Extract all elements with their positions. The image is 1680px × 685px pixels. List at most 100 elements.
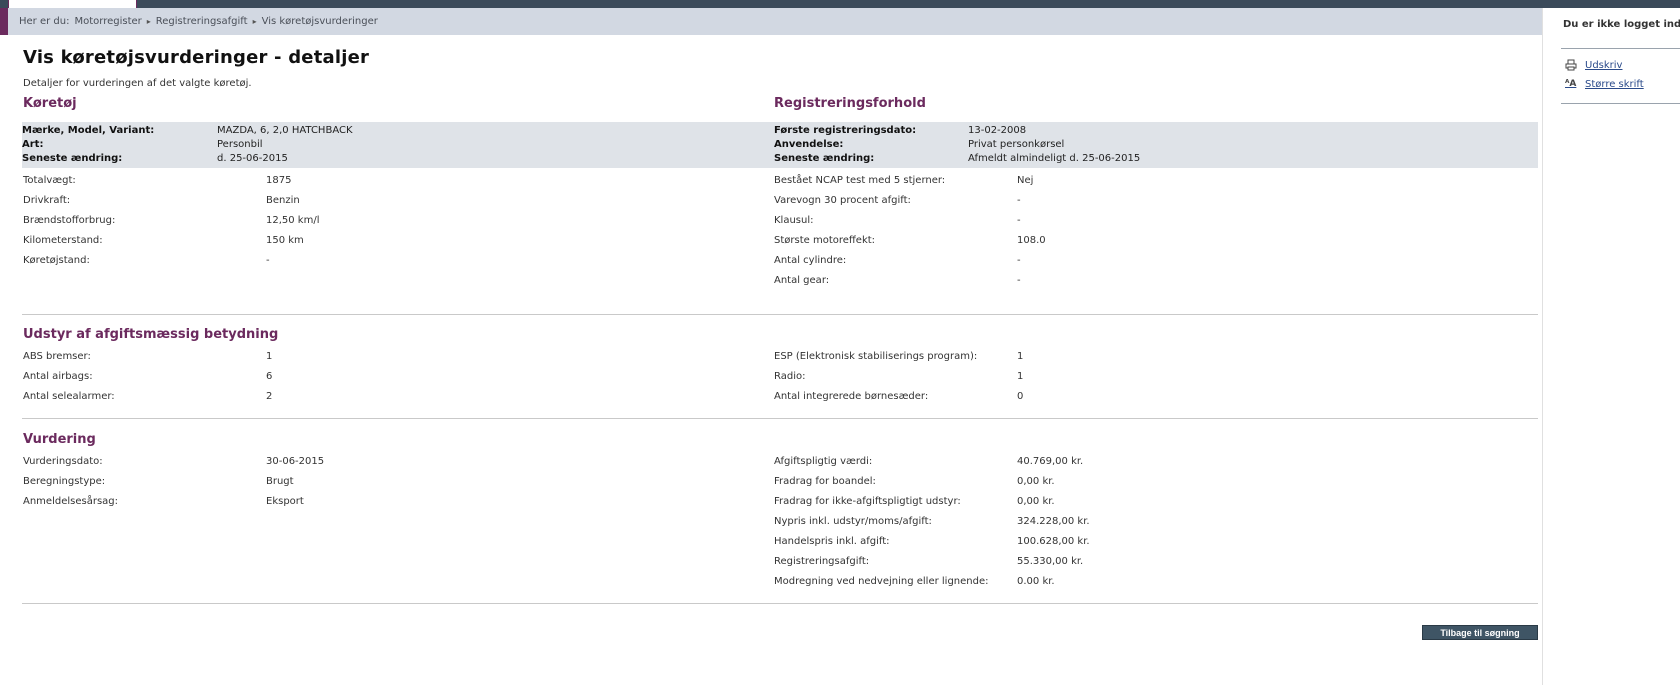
registration-changed-row: Seneste ændring: Afmeldt almindeligt d. … — [774, 153, 1514, 167]
detail-label: Køretøjstand: — [23, 255, 90, 266]
valuation-label: Modregning ved nedvejning eller lignende… — [774, 576, 989, 587]
page-intro: Detaljer for vurderingen af det valgte k… — [23, 78, 252, 89]
registration-usage-label: Anvendelse: — [774, 139, 844, 150]
vehicle-type-label: Art: — [22, 139, 44, 150]
font-size-icon: ᴬA — [1565, 79, 1577, 89]
print-icon — [1565, 59, 1579, 71]
detail-label: Totalvægt: — [23, 175, 76, 186]
equipment-value: 0 — [1017, 391, 1024, 402]
sidebar-divider — [1561, 103, 1680, 104]
print-link[interactable]: Udskriv — [1565, 59, 1622, 71]
detail-value: - — [1017, 195, 1021, 206]
vehicle-summary-block: Mærke, Model, Variant: MAZDA, 6, 2,0 HAT… — [22, 122, 774, 168]
equipment-value: 6 — [266, 371, 273, 382]
registration-changed-label: Seneste ændring: — [774, 153, 875, 164]
valuation-value: 40.769,00 kr. — [1017, 456, 1084, 467]
valuation-label: Nypris inkl. udstyr/moms/afgift: — [774, 516, 932, 527]
equipment-value: 2 — [266, 391, 273, 402]
detail-value: - — [1017, 255, 1021, 266]
vehicle-make-row: Mærke, Model, Variant: MAZDA, 6, 2,0 HAT… — [22, 125, 762, 139]
section-title-equipment: Udstyr af afgiftsmæssig betydning — [23, 327, 279, 342]
vehicle-type-row: Art: Personbil — [22, 139, 762, 153]
valuation-value: Brugt — [266, 476, 294, 487]
detail-label: Klausul: — [774, 215, 814, 226]
valuation-value: 0.00 kr. — [1017, 576, 1055, 587]
top-bar-tab — [8, 0, 137, 8]
breadcrumb: Her er du: Motorregister ▸ Registrerings… — [8, 8, 1542, 35]
back-to-search-button[interactable]: Tilbage til søgning — [1422, 625, 1538, 640]
left-accent-bar — [0, 8, 8, 35]
section-title-vehicle: Køretøj — [23, 96, 77, 111]
breadcrumb-item-motorregister[interactable]: Motorregister — [74, 16, 141, 27]
detail-label: Største motoreffekt: — [774, 235, 876, 246]
breadcrumb-item-current: Vis køretøjsvurderinger — [261, 16, 378, 27]
vehicle-changed-value: d. 25-06-2015 — [217, 153, 288, 164]
detail-value: 150 km — [266, 235, 304, 246]
detail-value: - — [1017, 275, 1021, 286]
valuation-value: 30-06-2015 — [266, 456, 325, 467]
detail-value: Nej — [1017, 175, 1034, 186]
equipment-label: ESP (Elektronisk stabiliserings program)… — [774, 351, 978, 362]
section-title-valuation: Vurdering — [23, 432, 96, 447]
detail-label: Bestået NCAP test med 5 stjerner: — [774, 175, 946, 186]
equipment-value: 1 — [1017, 351, 1024, 362]
vehicle-type-value: Personbil — [217, 139, 263, 150]
registration-changed-value: Afmeldt almindeligt d. 25-06-2015 — [968, 153, 1141, 164]
larger-font-link-label: Større skrift — [1585, 78, 1644, 90]
section-divider — [22, 603, 1538, 604]
equipment-label: Antal airbags: — [23, 371, 93, 382]
breadcrumb-item-registreringsafgift[interactable]: Registreringsafgift — [156, 16, 248, 27]
detail-label: Antal cylindre: — [774, 255, 847, 266]
valuation-value: 55.330,00 kr. — [1017, 556, 1084, 567]
vehicle-changed-row: Seneste ændring: d. 25-06-2015 — [22, 153, 762, 167]
registration-usage-value: Privat personkørsel — [968, 139, 1065, 150]
valuation-value: Eksport — [266, 496, 304, 507]
valuation-label: Vurderingsdato: — [23, 456, 103, 467]
sidebar-divider — [1561, 48, 1680, 49]
registration-first-value: 13-02-2008 — [968, 125, 1027, 136]
registration-first-label: Første registreringsdato: — [774, 125, 917, 136]
detail-label: Antal gear: — [774, 275, 830, 286]
larger-font-link[interactable]: ᴬA Større skrift — [1565, 78, 1644, 90]
login-status: Du er ikke logget ind. — [1563, 19, 1680, 30]
valuation-label: Anmeldelsesårsag: — [23, 496, 118, 507]
section-divider — [22, 418, 1538, 419]
breadcrumb-separator-icon: ▸ — [146, 17, 151, 26]
valuation-label: Fradrag for ikke-afgiftspligtigt udstyr: — [774, 496, 961, 507]
valuation-value: 100.628,00 kr. — [1017, 536, 1090, 547]
valuation-label: Fradrag for boandel: — [774, 476, 876, 487]
detail-value: 12,50 km/l — [266, 215, 320, 226]
right-sidebar: Du er ikke logget ind. Udskriv ᴬA Større… — [1542, 8, 1680, 685]
detail-label: Kilometerstand: — [23, 235, 103, 246]
valuation-value: 324.228,00 kr. — [1017, 516, 1090, 527]
equipment-value: 1 — [266, 351, 273, 362]
vehicle-make-label: Mærke, Model, Variant: — [22, 125, 155, 136]
detail-value: - — [1017, 215, 1021, 226]
equipment-label: Antal selealarmer: — [23, 391, 115, 402]
breadcrumb-separator-icon: ▸ — [252, 17, 257, 26]
valuation-label: Registreringsafgift: — [774, 556, 870, 567]
detail-label: Drivkraft: — [23, 195, 71, 206]
equipment-label: Antal integrerede børnesæder: — [774, 391, 929, 402]
registration-first-row: Første registreringsdato: 13-02-2008 — [774, 125, 1514, 139]
equipment-label: Radio: — [774, 371, 806, 382]
valuation-value: 0,00 kr. — [1017, 476, 1055, 487]
equipment-value: 1 — [1017, 371, 1024, 382]
valuation-value: 0,00 kr. — [1017, 496, 1055, 507]
valuation-label: Handelspris inkl. afgift: — [774, 536, 890, 547]
detail-value: - — [266, 255, 270, 266]
main-content: Vis køretøjsvurderinger - detaljer Detal… — [8, 35, 1542, 685]
registration-summary-block: Første registreringsdato: 13-02-2008 Anv… — [774, 122, 1538, 168]
valuation-label: Beregningstype: — [23, 476, 106, 487]
detail-label: Varevogn 30 procent afgift: — [774, 195, 911, 206]
valuation-label: Afgiftspligtig værdi: — [774, 456, 873, 467]
page-title: Vis køretøjsvurderinger - detaljer — [23, 47, 370, 68]
top-bar — [0, 0, 1680, 8]
breadcrumb-prefix: Her er du: — [19, 16, 70, 27]
registration-usage-row: Anvendelse: Privat personkørsel — [774, 139, 1514, 153]
print-link-label: Udskriv — [1585, 59, 1623, 71]
vehicle-changed-label: Seneste ændring: — [22, 153, 123, 164]
detail-value: 1875 — [266, 175, 292, 186]
section-title-registration: Registreringsforhold — [774, 96, 926, 111]
detail-value: Benzin — [266, 195, 300, 206]
